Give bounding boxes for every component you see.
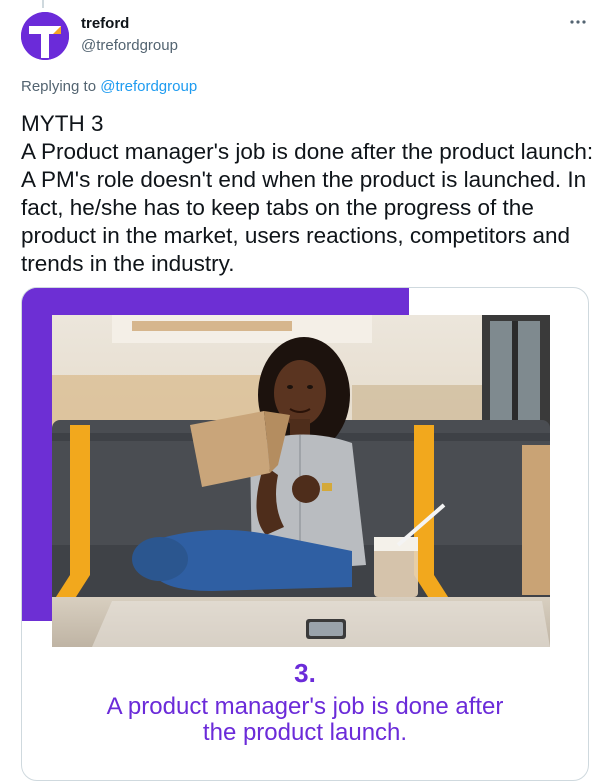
author-handle[interactable]: @trefordgroup xyxy=(81,37,178,54)
tweet-media-card[interactable]: 3. A product manager's job is done after… xyxy=(21,287,589,781)
media-purple-top-bar xyxy=(22,288,409,315)
thread-connector-line xyxy=(42,0,44,8)
avatar[interactable] xyxy=(21,12,69,60)
tweet-text: MYTH 3 A Product manager's job is done a… xyxy=(21,111,594,276)
replying-to-mention-link[interactable]: @trefordgroup xyxy=(100,78,197,95)
media-slide-caption: A product manager's job is done after th… xyxy=(106,693,504,746)
replying-to: Replying to @trefordgroup xyxy=(21,78,197,95)
more-horizontal-icon xyxy=(570,20,586,24)
replying-to-prefix: Replying to xyxy=(21,78,101,95)
woman-reading-photo xyxy=(52,315,550,647)
media-slide-number: 3. xyxy=(294,658,316,688)
more-options-button[interactable] xyxy=(562,10,594,34)
treford-logo-icon xyxy=(21,12,69,60)
media-purple-side-bar xyxy=(22,288,52,621)
author-name[interactable]: treford xyxy=(81,15,129,32)
media-photo xyxy=(52,315,550,647)
